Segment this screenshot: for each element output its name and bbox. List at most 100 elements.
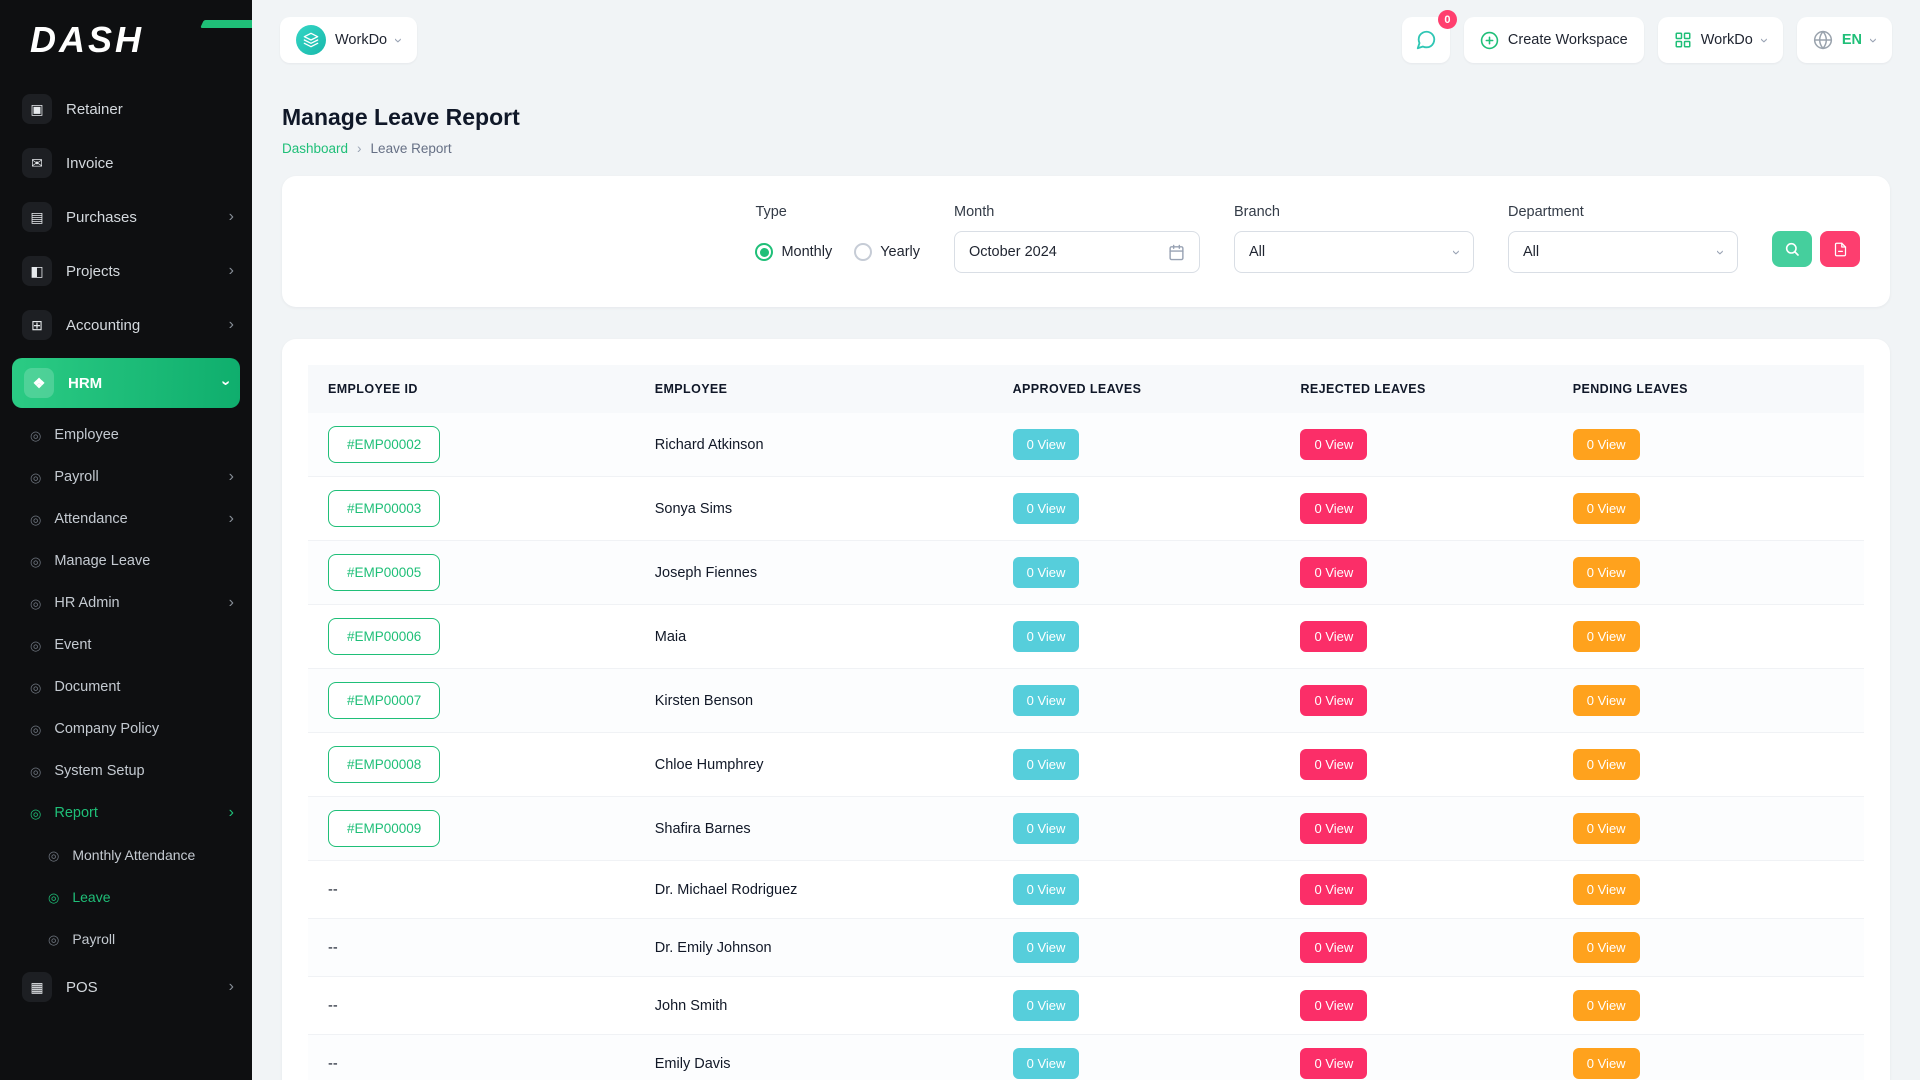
sidebar-item-hr-admin[interactable]: ◎HR Admin› <box>0 582 252 624</box>
sidebar-item-projects[interactable]: ◧Projects› <box>0 244 252 298</box>
create-workspace-button[interactable]: Create Workspace <box>1464 17 1644 63</box>
breadcrumb-dashboard-link[interactable]: Dashboard <box>282 141 348 156</box>
month-input[interactable]: October 2024 <box>954 231 1200 273</box>
sidebar-item-retainer[interactable]: ▣Retainer <box>0 82 252 136</box>
sidebar-item-manage-leave[interactable]: ◎Manage Leave <box>0 540 252 582</box>
sidebar-item-label: Payroll <box>54 469 98 485</box>
sidebar-item-payroll[interactable]: ◎Payroll <box>0 918 252 960</box>
rejected-leaves-view-button[interactable]: 0 View <box>1300 621 1367 652</box>
pending-leaves-view-button[interactable]: 0 View <box>1573 621 1640 652</box>
sidebar-item-company-policy[interactable]: ◎Company Policy <box>0 708 252 750</box>
chevron-right-icon: › <box>229 805 234 821</box>
approved-leaves-view-button[interactable]: 0 View <box>1013 429 1080 460</box>
sidebar-item-pos[interactable]: ▦POS› <box>0 960 252 1014</box>
sidebar-item-invoice[interactable]: ✉Invoice <box>0 136 252 190</box>
workspace-avatar-icon <box>296 25 326 55</box>
workspace-switcher-button[interactable]: WorkDo › <box>280 17 417 63</box>
pending-leaves-view-button[interactable]: 0 View <box>1573 749 1640 780</box>
sidebar-item-hrm[interactable]: ❖HRM› <box>12 358 240 408</box>
approved-leaves-view-button[interactable]: 0 View <box>1013 1048 1080 1079</box>
pending-leaves-view-button[interactable]: 0 View <box>1573 1048 1640 1079</box>
sidebar-item-event[interactable]: ◎Event <box>0 624 252 666</box>
approved-leaves-view-button[interactable]: 0 View <box>1013 749 1080 780</box>
sidebar-item-attendance[interactable]: ◎Attendance› <box>0 498 252 540</box>
sidebar-item-label: Event <box>54 637 91 653</box>
plus-circle-icon <box>1480 31 1499 50</box>
month-label: Month <box>954 204 1200 220</box>
sidebar-item-document[interactable]: ◎Document <box>0 666 252 708</box>
filter-card: Type Monthly Yearly Month October 2024 <box>282 176 1890 307</box>
rejected-leaves-view-button[interactable]: 0 View <box>1300 429 1367 460</box>
sidebar-item-monthly-attendance[interactable]: ◎Monthly Attendance <box>0 834 252 876</box>
app-logo[interactable]: DASH <box>0 0 252 80</box>
department-select[interactable]: All › <box>1508 231 1738 273</box>
sidebar-item-payroll[interactable]: ◎Payroll› <box>0 456 252 498</box>
approved-leaves-view-button[interactable]: 0 View <box>1013 990 1080 1021</box>
employee-name: Chloe Humphrey <box>635 733 993 797</box>
pending-leaves-view-button[interactable]: 0 View <box>1573 685 1640 716</box>
rejected-leaves-view-button[interactable]: 0 View <box>1300 493 1367 524</box>
bullet-icon: ◎ <box>48 933 59 946</box>
rejected-leaves-view-button[interactable]: 0 View <box>1300 874 1367 905</box>
employee-name: Sonya Sims <box>635 477 993 541</box>
table-row: #EMP00006Maia0 View0 View0 View <box>308 605 1864 669</box>
sidebar-item-purchases[interactable]: ▤Purchases› <box>0 190 252 244</box>
rejected-leaves-view-button[interactable]: 0 View <box>1300 685 1367 716</box>
employee-id-button[interactable]: #EMP00007 <box>328 682 440 719</box>
pending-leaves-view-button[interactable]: 0 View <box>1573 557 1640 588</box>
language-button[interactable]: EN › <box>1797 17 1892 63</box>
chevron-right-icon: › <box>229 263 234 279</box>
sidebar-item-leave[interactable]: ◎Leave <box>0 876 252 918</box>
approved-leaves-view-button[interactable]: 0 View <box>1013 874 1080 905</box>
rejected-leaves-view-button[interactable]: 0 View <box>1300 749 1367 780</box>
approved-leaves-view-button[interactable]: 0 View <box>1013 685 1080 716</box>
page-content: Manage Leave Report Dashboard › Leave Re… <box>252 80 1920 1080</box>
radio-yearly[interactable]: Yearly <box>854 243 920 261</box>
branch-select[interactable]: All › <box>1234 231 1474 273</box>
approved-leaves-view-button[interactable]: 0 View <box>1013 932 1080 963</box>
table-row: #EMP00003 Sonya Sims 0 View 0 View 0 View <box>308 477 1864 541</box>
sidebar-item-label: Projects <box>66 263 120 280</box>
employee-id-button[interactable]: #EMP00009 <box>328 810 440 847</box>
pending-leaves-view-button[interactable]: 0 View <box>1573 429 1640 460</box>
export-file-icon <box>1833 242 1848 257</box>
topbar-right: 0 Create Workspace WorkDo › EN › <box>1402 17 1892 63</box>
rejected-leaves-view-button[interactable]: 0 View <box>1300 932 1367 963</box>
table-row: #EMP00007Kirsten Benson0 View0 View0 Vie… <box>308 669 1864 733</box>
workdo-menu-button[interactable]: WorkDo › <box>1658 17 1783 63</box>
search-button[interactable] <box>1772 231 1812 267</box>
approved-leaves-view-button[interactable]: 0 View <box>1013 557 1080 588</box>
pending-leaves-view-button[interactable]: 0 View <box>1573 990 1640 1021</box>
radio-monthly[interactable]: Monthly <box>755 243 832 261</box>
sidebar-item-report[interactable]: ◎Report› <box>0 792 252 834</box>
sidebar-item-employee[interactable]: ◎Employee <box>0 414 252 456</box>
rejected-leaves-view-button[interactable]: 0 View <box>1300 813 1367 844</box>
bullet-icon: ◎ <box>30 765 41 778</box>
pending-leaves-view-button[interactable]: 0 View <box>1573 874 1640 905</box>
messages-button[interactable]: 0 <box>1402 17 1450 63</box>
approved-leaves-view-button[interactable]: 0 View <box>1013 813 1080 844</box>
bullet-icon: ◎ <box>30 555 41 568</box>
employee-id-button[interactable]: #EMP00008 <box>328 746 440 783</box>
rejected-leaves-view-button[interactable]: 0 View <box>1300 990 1367 1021</box>
sidebar-item-label: Retainer <box>66 101 123 118</box>
pending-leaves-view-button[interactable]: 0 View <box>1573 493 1640 524</box>
employee-id-button[interactable]: #EMP00003 <box>328 490 440 527</box>
employee-id-button[interactable]: #EMP00005 <box>328 554 440 591</box>
approved-leaves-view-button[interactable]: 0 View <box>1013 621 1080 652</box>
globe-icon <box>1813 30 1833 50</box>
employee-id-button[interactable]: #EMP00002 <box>328 426 440 463</box>
sidebar-item-label: System Setup <box>54 763 144 779</box>
type-filter-group: Type Monthly Yearly <box>755 204 920 273</box>
pending-leaves-view-button[interactable]: 0 View <box>1573 932 1640 963</box>
approved-leaves-view-button[interactable]: 0 View <box>1013 493 1080 524</box>
sidebar-item-system-setup[interactable]: ◎ System Setup <box>0 750 252 792</box>
department-filter-group: Department All › <box>1508 204 1738 273</box>
sidebar-item-accounting[interactable]: ⊞Accounting› <box>0 298 252 352</box>
rejected-leaves-view-button[interactable]: 0 View <box>1300 1048 1367 1079</box>
employee-id-button[interactable]: #EMP00006 <box>328 618 440 655</box>
reset-button[interactable] <box>1820 231 1860 267</box>
pending-leaves-view-button[interactable]: 0 View <box>1573 813 1640 844</box>
rejected-leaves-view-button[interactable]: 0 View <box>1300 557 1367 588</box>
column-header-pending-leaves: Pending Leaves <box>1553 365 1864 413</box>
